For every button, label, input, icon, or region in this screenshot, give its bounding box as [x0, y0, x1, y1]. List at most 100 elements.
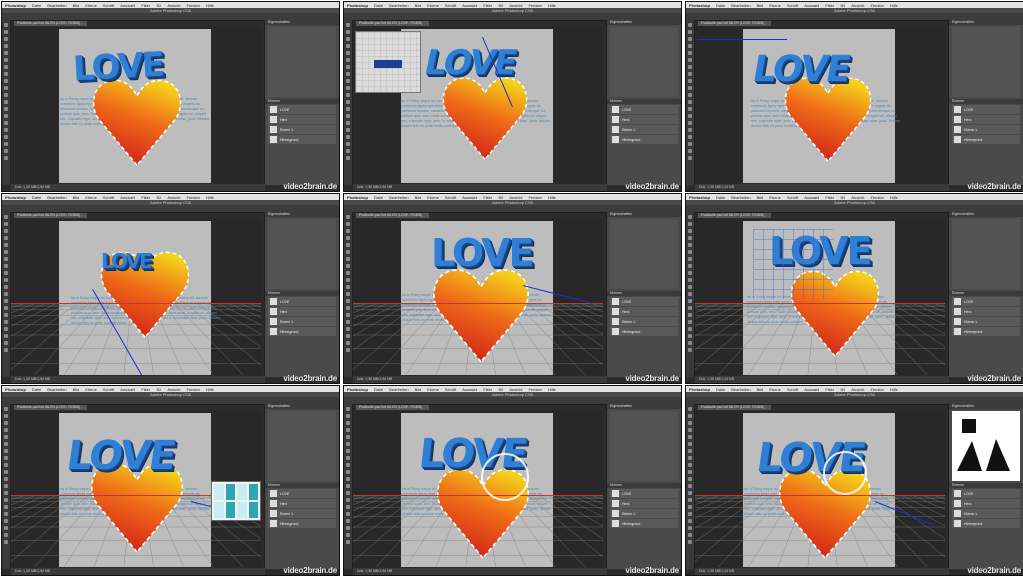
tool-icon[interactable]: [4, 271, 8, 275]
menu-item[interactable]: Schrift: [787, 3, 798, 8]
menu-item[interactable]: Filter: [141, 387, 150, 392]
tool-icon[interactable]: [4, 86, 8, 90]
tool-icon[interactable]: [688, 86, 692, 90]
menu-item[interactable]: Filter: [483, 195, 492, 200]
tool-icon[interactable]: [688, 320, 692, 324]
tool-icon[interactable]: [688, 23, 692, 27]
menu-item[interactable]: Fenster: [186, 387, 200, 392]
layer-row[interactable]: Herz: [952, 307, 1020, 316]
tool-icon[interactable]: [688, 72, 692, 76]
layer-row[interactable]: Ebene 1: [268, 317, 336, 326]
menu-item[interactable]: Auswahl: [462, 387, 477, 392]
tool-icon[interactable]: [346, 250, 350, 254]
material-thumb[interactable]: [225, 502, 235, 518]
menu-item[interactable]: Ebene: [769, 195, 781, 200]
tool-icon[interactable]: [346, 114, 350, 118]
layer-row[interactable]: LOVE: [268, 105, 336, 114]
tool-icon[interactable]: [4, 414, 8, 418]
menu-item[interactable]: Ansicht: [509, 3, 522, 8]
menu-item[interactable]: Filter: [483, 387, 492, 392]
tool-icon[interactable]: [346, 23, 350, 27]
tool-icon[interactable]: [346, 334, 350, 338]
menu-item[interactable]: Schrift: [103, 195, 114, 200]
tool-icon[interactable]: [4, 51, 8, 55]
menu-item[interactable]: Bearbeiten: [731, 387, 750, 392]
tool-icon[interactable]: [4, 30, 8, 34]
tool-icon[interactable]: [688, 142, 692, 146]
document-tab[interactable]: Postkarte.psd bei 66,2% (LOVE, RGB/8): [698, 213, 771, 218]
menu-item[interactable]: Bearbeiten: [47, 3, 66, 8]
menu-item[interactable]: Fenster: [528, 3, 542, 8]
tool-icon[interactable]: [346, 229, 350, 233]
menu-item[interactable]: Filter: [825, 195, 834, 200]
tool-icon[interactable]: [688, 135, 692, 139]
material-thumb[interactable]: [237, 484, 247, 500]
tool-icon[interactable]: [346, 498, 350, 502]
layer-row[interactable]: LOVE: [610, 105, 678, 114]
menu-item[interactable]: Schrift: [103, 387, 114, 392]
tool-icon[interactable]: [346, 72, 350, 76]
menu-item[interactable]: 3D: [840, 387, 845, 392]
tool-icon[interactable]: [4, 470, 8, 474]
layer-row[interactable]: Herz: [268, 307, 336, 316]
tool-icon[interactable]: [4, 107, 8, 111]
tool-icon[interactable]: [346, 156, 350, 160]
document-tab[interactable]: Postkarte.psd bei 66,2% (LOVE, RGB/8): [356, 405, 429, 410]
tool-icon[interactable]: [4, 334, 8, 338]
document-tab[interactable]: Postkarte.psd bei 66,2% (LOVE, RGB/8): [356, 21, 429, 26]
tool-icon[interactable]: [688, 435, 692, 439]
tool-icon[interactable]: [688, 414, 692, 418]
3d-camera-widget[interactable]: [355, 31, 421, 93]
tool-icon[interactable]: [4, 229, 8, 233]
tool-icon[interactable]: [688, 149, 692, 153]
menu-item[interactable]: Ansicht: [851, 3, 864, 8]
menu-item[interactable]: Bild: [415, 195, 422, 200]
menu-item[interactable]: 3D: [156, 3, 161, 8]
tool-icon[interactable]: [346, 505, 350, 509]
tool-icon[interactable]: [4, 477, 8, 481]
tool-icon[interactable]: [4, 121, 8, 125]
tool-icon[interactable]: [4, 512, 8, 516]
menu-item[interactable]: Auswahl: [120, 3, 135, 8]
menu-item[interactable]: Bild: [415, 387, 422, 392]
menu-item[interactable]: Hilfe: [206, 3, 214, 8]
menu-item[interactable]: Photoshop: [5, 195, 26, 200]
tool-icon[interactable]: [4, 44, 8, 48]
tool-icon[interactable]: [346, 58, 350, 62]
tool-icon[interactable]: [688, 327, 692, 331]
material-thumb[interactable]: [214, 484, 224, 500]
menu-item[interactable]: Photoshop: [689, 195, 710, 200]
tool-icon[interactable]: [688, 44, 692, 48]
tool-icon[interactable]: [346, 470, 350, 474]
layer-row[interactable]: Hintergrund: [268, 519, 336, 528]
tool-icon[interactable]: [688, 114, 692, 118]
tool-icon[interactable]: [4, 435, 8, 439]
menu-item[interactable]: Schrift: [445, 195, 456, 200]
tool-icon[interactable]: [688, 79, 692, 83]
tool-icon[interactable]: [688, 51, 692, 55]
tool-icon[interactable]: [346, 37, 350, 41]
tool-icon[interactable]: [346, 477, 350, 481]
menu-item[interactable]: 3D: [156, 195, 161, 200]
menu-item[interactable]: 3D: [840, 195, 845, 200]
tool-icon[interactable]: [4, 65, 8, 69]
menu-item[interactable]: Datei: [716, 387, 725, 392]
tool-icon[interactable]: [346, 79, 350, 83]
menu-item[interactable]: Fenster: [870, 387, 884, 392]
layer-row[interactable]: Hintergrund: [268, 327, 336, 336]
tool-icon[interactable]: [688, 278, 692, 282]
layer-row[interactable]: LOVE: [610, 489, 678, 498]
menu-item[interactable]: Hilfe: [548, 3, 556, 8]
material-thumb[interactable]: [237, 502, 247, 518]
tool-icon[interactable]: [346, 484, 350, 488]
menu-item[interactable]: Auswahl: [804, 3, 819, 8]
material-thumb[interactable]: [248, 484, 258, 500]
menu-item[interactable]: Bild: [415, 3, 422, 8]
layer-row[interactable]: LOVE: [268, 297, 336, 306]
menu-item[interactable]: Datei: [32, 3, 41, 8]
tool-icon[interactable]: [688, 519, 692, 523]
tool-icon[interactable]: [688, 128, 692, 132]
layer-row[interactable]: Hintergrund: [610, 135, 678, 144]
tool-icon[interactable]: [688, 540, 692, 544]
menu-item[interactable]: Bearbeiten: [731, 195, 750, 200]
